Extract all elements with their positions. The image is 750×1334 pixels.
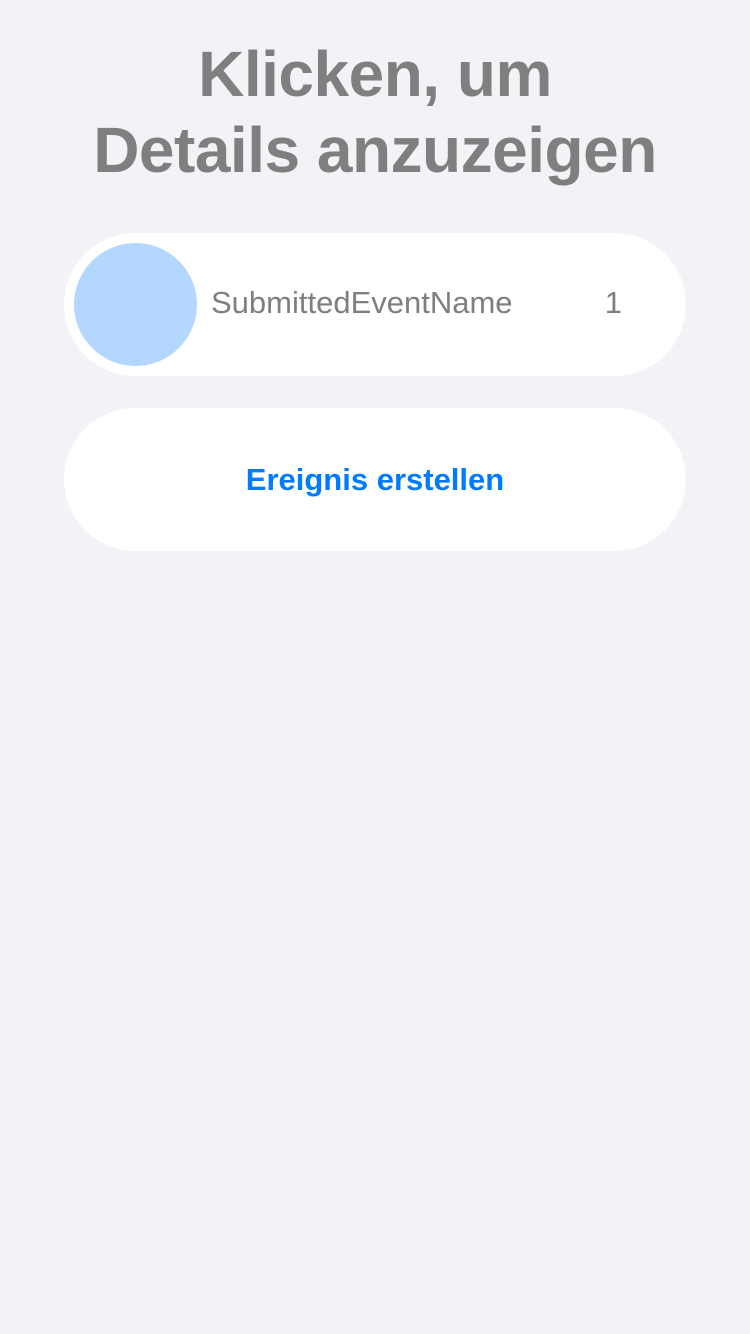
event-list-item[interactable]: SubmittedEventName 1 [64, 233, 686, 376]
event-name-label: SubmittedEventName [211, 285, 513, 320]
event-count-label: 1 [604, 285, 622, 320]
create-event-button[interactable]: Ereignis erstellen [64, 408, 686, 551]
page-title: Klicken, um Details anzuzeigen [93, 38, 657, 186]
event-avatar [74, 243, 197, 366]
